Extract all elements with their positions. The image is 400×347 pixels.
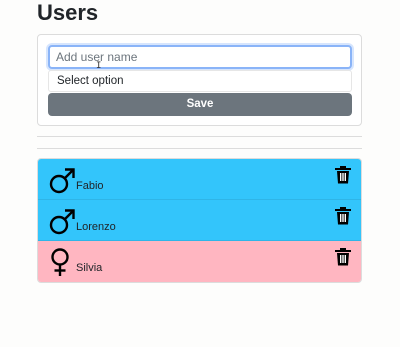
divider (37, 136, 362, 137)
user-name: Lorenzo (76, 221, 116, 233)
list-item: Lorenzo (38, 200, 361, 241)
user-name: Silvia (76, 262, 103, 274)
male-symbol-icon (49, 209, 75, 235)
gender-select[interactable]: Select option (48, 70, 352, 92)
save-button[interactable]: Save (48, 93, 352, 116)
add-user-card: I Select option Save (37, 34, 362, 126)
page-title: Users (37, 0, 99, 25)
page: Users I Select option Save Fabio (0, 0, 400, 347)
list-item: Fabio (38, 159, 361, 200)
user-list: Fabio Lorenzo Silvia (37, 158, 362, 283)
male-symbol-icon (49, 168, 75, 194)
female-symbol-icon (51, 248, 69, 276)
user-name: Fabio (76, 180, 104, 192)
user-name-input[interactable] (48, 45, 352, 69)
trash-icon[interactable] (335, 248, 351, 266)
list-item: Silvia (38, 241, 361, 282)
trash-icon[interactable] (335, 207, 351, 225)
divider (37, 148, 362, 149)
trash-icon[interactable] (335, 166, 351, 184)
